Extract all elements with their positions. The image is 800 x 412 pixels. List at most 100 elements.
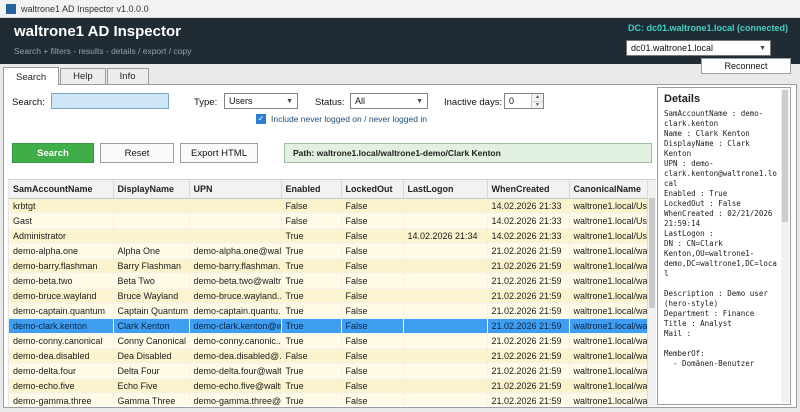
table-cell: waltrone1.local/waltro... <box>569 273 648 288</box>
dc-selector[interactable]: dc01.waltrone1.local ▼ <box>626 40 771 56</box>
table-row[interactable]: demo-bruce.waylandBruce Waylanddemo-bruc… <box>9 288 648 303</box>
table-cell <box>113 198 189 213</box>
table-cell: False <box>341 288 403 303</box>
table-row[interactable]: demo-clark.kentonClark Kentondemo-clark.… <box>9 318 648 333</box>
table-cell: demo-barry.flashman... <box>189 258 281 273</box>
column-header-canonicalname[interactable]: CanonicalName <box>569 180 648 198</box>
column-header-enabled[interactable]: Enabled <box>281 180 341 198</box>
tab-info[interactable]: Info <box>107 68 149 84</box>
table-cell: demo-echo.five@waltr... <box>189 378 281 393</box>
table-cell: waltrone1.local/waltro... <box>569 393 648 406</box>
search-input[interactable] <box>51 93 169 109</box>
table-cell: waltrone1.local/waltro... <box>569 243 648 258</box>
search-button[interactable]: Search <box>12 143 94 163</box>
table-row[interactable]: demo-barry.flashmanBarry Flashmandemo-ba… <box>9 258 648 273</box>
table-cell <box>113 228 189 243</box>
table-cell: False <box>281 198 341 213</box>
table-cell: True <box>281 363 341 378</box>
table-cell <box>403 288 487 303</box>
details-scrollbar[interactable] <box>781 89 789 403</box>
table-row[interactable]: demo-echo.fiveEcho Fivedemo-echo.five@wa… <box>9 378 648 393</box>
table-row[interactable]: krbtgtFalseFalse14.02.2026 21:33waltrone… <box>9 198 648 213</box>
table-cell: False <box>341 363 403 378</box>
tab-help[interactable]: Help <box>60 68 106 84</box>
table-cell: demo-echo.five <box>9 378 113 393</box>
table-row[interactable]: demo-delta.fourDelta Fourdemo-delta.four… <box>9 363 648 378</box>
checkbox-icon: ✓ <box>256 114 266 124</box>
window-title: waltrone1 AD Inspector v1.0.0.0 <box>21 4 149 14</box>
table-cell: 14.02.2026 21:33 <box>487 213 569 228</box>
table-cell: 14.02.2026 21:34 <box>403 228 487 243</box>
table-cell: demo-delta.four@walt... <box>189 363 281 378</box>
table-cell: 14.02.2026 21:33 <box>487 198 569 213</box>
table-row[interactable]: demo-conny.canonicalConny Canonicaldemo-… <box>9 333 648 348</box>
table-cell: demo-conny.canonical <box>9 333 113 348</box>
reset-button[interactable]: Reset <box>100 143 174 163</box>
inactive-days-stepper[interactable]: 0 ▲ ▼ <box>504 93 544 109</box>
details-scrollbar-thumb[interactable] <box>782 90 788 222</box>
type-select[interactable]: Users ▼ <box>224 93 298 109</box>
column-header-whencreated[interactable]: WhenCreated <box>487 180 569 198</box>
include-never-logged-checkbox[interactable]: ✓ Include never logged on / never logged… <box>256 114 427 124</box>
table-cell <box>403 318 487 333</box>
table-cell: Alpha One <box>113 243 189 258</box>
table-cell: demo-conny.canonic... <box>189 333 281 348</box>
table-cell: True <box>281 273 341 288</box>
table-scrollbar-thumb[interactable] <box>649 198 655 308</box>
status-select-value: All <box>355 96 365 106</box>
path-status: Path: waltrone1.local/waltrone1-demo/Cla… <box>284 143 652 163</box>
reconnect-button[interactable]: Reconnect <box>701 58 791 74</box>
checkbox-label: Include never logged on / never logged i… <box>271 114 427 124</box>
results-table: SamAccountNameDisplayNameUPNEnabledLocke… <box>8 179 656 406</box>
export-html-button[interactable]: Export HTML <box>180 143 258 163</box>
tab-page-search: Search: Type: Users ▼ Status: All ▼ Inac… <box>3 84 797 408</box>
table-cell: False <box>341 348 403 363</box>
status-select[interactable]: All ▼ <box>350 93 428 109</box>
app-subtitle: Search + filters - results - details / e… <box>14 46 191 56</box>
table-cell <box>189 213 281 228</box>
column-header-lockedout[interactable]: LockedOut <box>341 180 403 198</box>
table-cell: Beta Two <box>113 273 189 288</box>
table-cell: True <box>281 333 341 348</box>
table-cell: 14.02.2026 21:33 <box>487 228 569 243</box>
table-row[interactable]: demo-alpha.oneAlpha Onedemo-alpha.one@wa… <box>9 243 648 258</box>
table-cell: False <box>341 228 403 243</box>
table-cell: demo-clark.kenton <box>9 318 113 333</box>
table-cell: 21.02.2026 21:59 <box>487 363 569 378</box>
table-row[interactable]: GastFalseFalse14.02.2026 21:33waltrone1.… <box>9 213 648 228</box>
table-cell: 21.02.2026 21:59 <box>487 378 569 393</box>
table-row[interactable]: AdministratorTrueFalse14.02.2026 21:3414… <box>9 228 648 243</box>
table-cell: True <box>281 243 341 258</box>
table-row[interactable]: demo-beta.twoBeta Twodemo-beta.two@waltr… <box>9 273 648 288</box>
table-cell: True <box>281 258 341 273</box>
table-row[interactable]: demo-gamma.threeGamma Threedemo-gamma.th… <box>9 393 648 406</box>
table-cell: False <box>341 318 403 333</box>
table-cell <box>403 213 487 228</box>
table-cell: 21.02.2026 21:59 <box>487 258 569 273</box>
table-row[interactable]: demo-dea.disabledDea Disableddemo-dea.di… <box>9 348 648 363</box>
table-cell: demo-dea.disabled <box>9 348 113 363</box>
table-cell <box>403 393 487 406</box>
spinner-down-icon[interactable]: ▼ <box>532 102 543 109</box>
column-header-upn[interactable]: UPN <box>189 180 281 198</box>
spinner-buttons: ▲ ▼ <box>531 94 543 108</box>
results-table-body: krbtgtFalseFalse14.02.2026 21:33waltrone… <box>9 198 648 406</box>
table-cell: waltrone1.local/waltro... <box>569 258 648 273</box>
column-header-lastlogon[interactable]: LastLogon <box>403 180 487 198</box>
tab-search[interactable]: Search <box>3 67 59 85</box>
spinner-up-icon[interactable]: ▲ <box>532 94 543 102</box>
inactive-days-label: Inactive days: <box>444 97 502 108</box>
details-panel: Details SamAccountName : demo-clark.kent… <box>657 87 791 405</box>
table-cell: demo-bruce.wayland <box>9 288 113 303</box>
table-cell: waltrone1.local/waltro... <box>569 378 648 393</box>
table-cell <box>403 348 487 363</box>
table-row[interactable]: demo-captain.quantumCaptain Quantumdemo-… <box>9 303 648 318</box>
column-header-displayname[interactable]: DisplayName <box>113 180 189 198</box>
column-header-samaccountname[interactable]: SamAccountName <box>9 180 113 198</box>
table-cell: waltrone1.local/waltro... <box>569 348 648 363</box>
table-cell: False <box>341 273 403 288</box>
table-scrollbar[interactable] <box>647 180 656 406</box>
table-cell <box>403 333 487 348</box>
table-cell: demo-captain.quantu... <box>189 303 281 318</box>
table-cell: Gamma Three <box>113 393 189 406</box>
